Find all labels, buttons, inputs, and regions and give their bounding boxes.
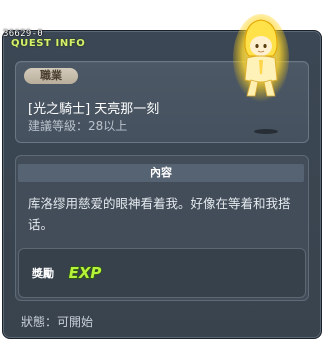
content-panel: 內容 库洛缪用慈爱的眼神看着我。好像在等着和我搭话。 獎勵 EXP (15, 155, 309, 301)
character-shadow (254, 129, 278, 134)
quest-status: 狀態：可開始 (21, 315, 94, 329)
reward-label: 獎勵 (32, 267, 54, 280)
window-title: QUEST INFO (11, 38, 86, 49)
exp-icon-text: EXP (69, 264, 102, 282)
reward-panel: 獎勵 EXP (18, 248, 306, 298)
content-header: 內容 (18, 164, 304, 182)
quest-name: [光之騎士] 天亮那一刻 (28, 102, 160, 117)
quest-description: 库洛缪用慈爱的眼神看着我。好像在等着和我搭话。 (28, 196, 291, 232)
npc-character-icon (233, 14, 289, 102)
recommended-level: 建議等級：28以上 (28, 119, 128, 133)
job-tag: 職業 (24, 68, 78, 84)
exp-icon: EXP (68, 263, 102, 282)
